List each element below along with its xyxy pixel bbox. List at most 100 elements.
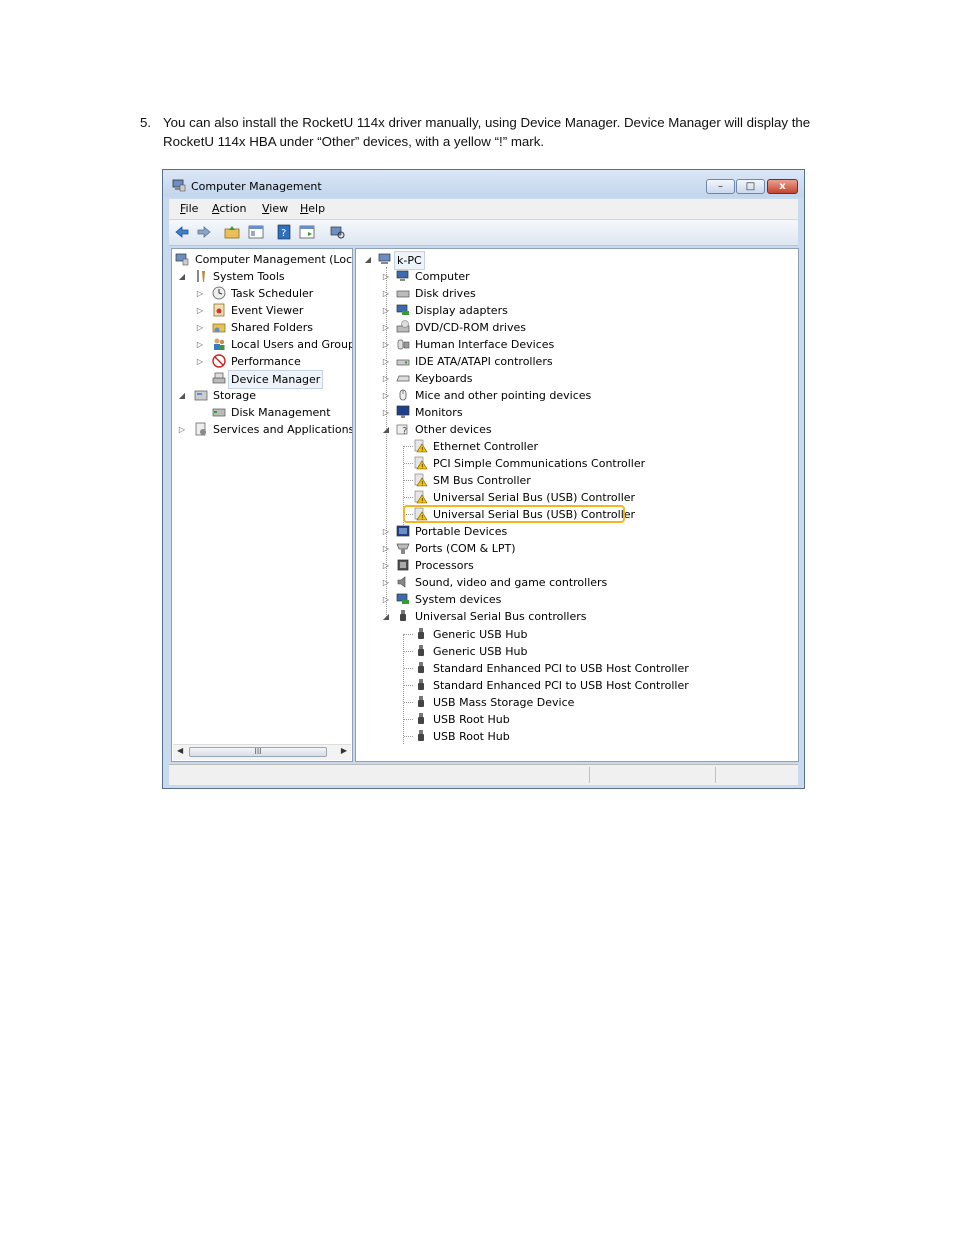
tree-item-sound[interactable]: ▷ Sound, video and game controllers <box>382 574 682 591</box>
expand-arrow-icon[interactable]: ▷ <box>382 574 390 591</box>
tree-item-shared-folders[interactable]: ▷ Shared Folders <box>175 319 345 336</box>
maximize-button[interactable]: □ <box>736 179 765 194</box>
tree-label: Disk Management <box>231 406 331 419</box>
menu-help[interactable]: Help <box>300 202 325 215</box>
console-tree-pane[interactable]: Computer Management (Local ◢ System Tool… <box>171 248 353 762</box>
tree-item-ports[interactable]: ▷ Ports (COM & LPT) <box>382 540 682 557</box>
tree-item-services-apps[interactable]: ▷ Services and Applications <box>175 421 352 438</box>
clock-icon <box>212 286 226 300</box>
warning-device-icon: ! <box>414 473 428 487</box>
tree-item-performance[interactable]: ▷ Performance <box>175 353 345 370</box>
expand-arrow-icon[interactable]: ▷ <box>382 591 390 608</box>
tree-item-display-adapters[interactable]: ▷ Display adapters <box>382 302 682 319</box>
tree-item-usb-controllers[interactable]: ◢ Universal Serial Bus controllers <box>382 608 682 625</box>
expand-arrow-icon[interactable]: ▷ <box>196 302 204 319</box>
menu-view[interactable]: View <box>262 202 288 215</box>
tree-item-usb-root-hub-1[interactable]: USB Root Hub <box>400 711 730 728</box>
menu-file[interactable]: File <box>180 202 198 215</box>
tree-item-portable-devices[interactable]: ▷ Portable Devices <box>382 523 682 540</box>
tree-item-pc-root[interactable]: ◢ k-PC <box>364 251 564 270</box>
tree-item-sm-bus-controller[interactable]: ! SM Bus Controller <box>400 472 730 489</box>
tree-item-system-tools[interactable]: ◢ System Tools <box>175 268 345 285</box>
computer-management-window: Computer Management – □ x File Action Vi… <box>162 169 805 789</box>
expand-arrow-icon[interactable]: ▷ <box>196 319 204 336</box>
expand-arrow-icon[interactable]: ▷ <box>196 285 204 302</box>
expand-arrow-icon[interactable]: ▷ <box>382 319 390 336</box>
close-icon: x <box>779 181 786 192</box>
tree-item-ehci-controller-2[interactable]: Standard Enhanced PCI to USB Host Contro… <box>400 677 730 694</box>
expand-arrow-icon[interactable]: ▷ <box>382 540 390 557</box>
tree-item-system-devices[interactable]: ▷ System devices <box>382 591 682 608</box>
expand-arrow-icon[interactable]: ▷ <box>178 421 186 438</box>
close-button[interactable]: x <box>767 179 798 194</box>
expand-arrow-icon[interactable]: ▷ <box>382 268 390 285</box>
tree-item-generic-usb-hub-1[interactable]: Generic USB Hub <box>400 626 730 643</box>
expand-arrow-icon[interactable]: ▷ <box>196 353 204 370</box>
tree-item-monitors[interactable]: ▷ Monitors <box>382 404 682 421</box>
collapse-arrow-icon[interactable]: ◢ <box>382 608 390 625</box>
expand-arrow-icon[interactable]: ▷ <box>382 302 390 319</box>
tree-item-processors[interactable]: ▷ Processors <box>382 557 682 574</box>
warning-device-icon: ! <box>414 490 428 504</box>
expand-arrow-icon[interactable]: ▷ <box>382 336 390 353</box>
tree-item-usb-controller-1[interactable]: ! Universal Serial Bus (USB) Controller <box>400 489 730 506</box>
expand-arrow-icon[interactable]: ▷ <box>382 523 390 540</box>
tree-item-pci-comm-controller[interactable]: ! PCI Simple Communications Controller <box>400 455 730 472</box>
tree-item-other-devices[interactable]: ◢ ? Other devices <box>382 421 682 438</box>
tree-item-keyboards[interactable]: ▷ Keyboards <box>382 370 682 387</box>
tree-item-usb-root-hub-2[interactable]: USB Root Hub <box>400 728 730 745</box>
tree-label: Ports (COM & LPT) <box>415 542 516 555</box>
tree-item-usb-mass-storage[interactable]: USB Mass Storage Device <box>400 694 730 711</box>
minimize-button[interactable]: – <box>706 179 735 194</box>
tree-label: Performance <box>231 355 301 368</box>
forward-arrow-icon[interactable] <box>196 224 212 240</box>
svg-text:?: ? <box>281 228 286 239</box>
processor-icon <box>397 559 409 571</box>
tree-label: Services and Applications <box>213 423 353 436</box>
keyboard-icon <box>396 375 410 382</box>
expand-arrow-icon[interactable]: ▷ <box>382 370 390 387</box>
tree-item-ide[interactable]: ▷ IDE ATA/ATAPI controllers <box>382 353 682 370</box>
tree-item-disk-drives[interactable]: ▷ Disk drives <box>382 285 682 302</box>
tree-item-dvd-drives[interactable]: ▷ DVD/CD-ROM drives <box>382 319 682 336</box>
help-icon[interactable]: ? <box>276 224 292 240</box>
collapse-arrow-icon[interactable]: ◢ <box>178 268 186 285</box>
expand-arrow-icon[interactable]: ▷ <box>196 336 204 353</box>
svg-text:!: ! <box>421 498 423 505</box>
expand-arrow-icon[interactable]: ▷ <box>382 285 390 302</box>
back-arrow-icon[interactable] <box>174 224 190 240</box>
scroll-thumb[interactable]: III <box>189 747 327 757</box>
tree-item-disk-management[interactable]: Disk Management <box>175 404 345 421</box>
tree-item-task-scheduler[interactable]: ▷ Task Scheduler <box>175 285 345 302</box>
tree-item-storage[interactable]: ◢ Storage <box>175 387 345 404</box>
tree-item-device-manager[interactable]: Device Manager <box>175 370 345 389</box>
properties-icon[interactable] <box>299 224 315 240</box>
tree-item-mice[interactable]: ▷ Mice and other pointing devices <box>382 387 682 404</box>
tree-item-event-viewer[interactable]: ▷ Event Viewer <box>175 302 345 319</box>
show-hide-tree-icon[interactable] <box>248 224 264 240</box>
menu-action[interactable]: Action <box>212 202 246 215</box>
tree-item-computer[interactable]: ▷ Computer <box>382 268 682 285</box>
tree-item-generic-usb-hub-2[interactable]: Generic USB Hub <box>400 643 730 660</box>
expand-arrow-icon[interactable]: ▷ <box>382 557 390 574</box>
horizontal-scrollbar[interactable]: ◀ III ▶ <box>173 744 351 760</box>
tree-item-hid[interactable]: ▷ Human Interface Devices <box>382 336 682 353</box>
tree-item-ethernet-controller[interactable]: ! Ethernet Controller <box>400 438 730 455</box>
collapse-arrow-icon[interactable]: ◢ <box>364 251 372 268</box>
scroll-left-icon[interactable]: ◀ <box>177 746 183 755</box>
collapse-arrow-icon[interactable]: ◢ <box>178 387 186 404</box>
status-divider <box>715 767 716 783</box>
expand-arrow-icon[interactable]: ▷ <box>382 353 390 370</box>
step-text: You can also install the RocketU 114x dr… <box>163 115 811 149</box>
expand-arrow-icon[interactable]: ▷ <box>382 387 390 404</box>
scan-hardware-icon[interactable] <box>329 224 345 240</box>
svg-text:!: ! <box>421 447 423 454</box>
tree-item-local-users[interactable]: ▷ Local Users and Groups <box>175 336 352 353</box>
scroll-right-icon[interactable]: ▶ <box>341 746 347 755</box>
collapse-arrow-icon[interactable]: ◢ <box>382 421 390 438</box>
up-folder-icon[interactable] <box>224 224 240 240</box>
tree-item-ehci-controller-1[interactable]: Standard Enhanced PCI to USB Host Contro… <box>400 660 730 677</box>
expand-arrow-icon[interactable]: ▷ <box>382 404 390 421</box>
device-tree-pane[interactable]: ◢ k-PC ▷ Computer ▷ Disk drives ▷ Displa… <box>355 248 799 762</box>
title-bar[interactable]: Computer Management – □ x <box>163 170 804 197</box>
